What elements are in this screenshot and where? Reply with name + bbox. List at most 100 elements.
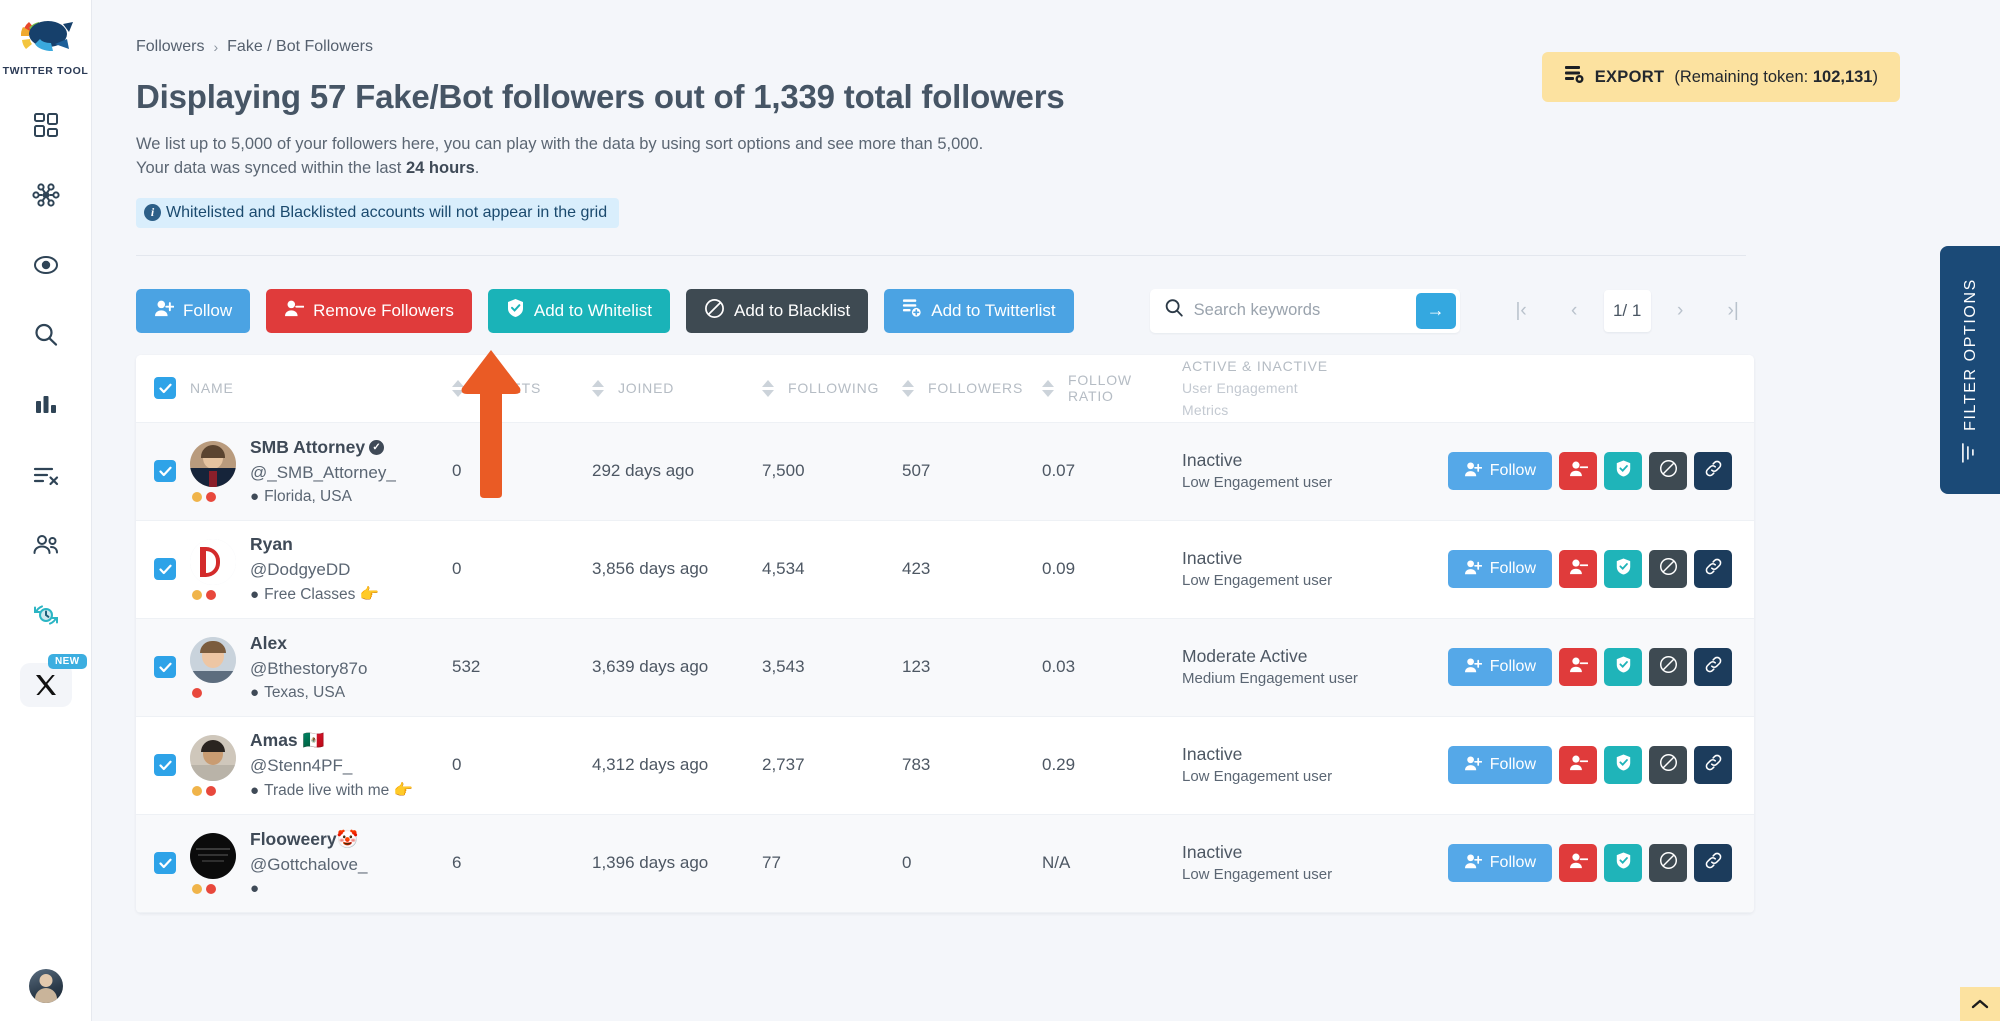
- row-blacklist-button[interactable]: [1649, 550, 1687, 588]
- row-whitelist-button[interactable]: [1604, 550, 1642, 588]
- link-icon: [1704, 753, 1723, 777]
- breadcrumb-current[interactable]: Fake / Bot Followers: [227, 38, 373, 56]
- row-select-checkbox[interactable]: [154, 656, 176, 678]
- column-header-tweets[interactable]: TWEETS: [452, 380, 592, 397]
- row-actions: Follow: [1448, 746, 1754, 784]
- row-select-checkbox[interactable]: [154, 852, 176, 874]
- ban-icon: [1659, 851, 1678, 875]
- sidebar-item-x[interactable]: NEW: [20, 663, 72, 707]
- sort-joined-icon[interactable]: [592, 380, 604, 397]
- row-follow-button[interactable]: Follow: [1448, 550, 1552, 588]
- column-header-follow-ratio[interactable]: FOLLOW RATIO: [1042, 372, 1182, 404]
- sidebar-item-dashboard[interactable]: [18, 103, 74, 147]
- breadcrumb-parent[interactable]: Followers: [136, 38, 204, 56]
- row-engagement: Inactive Low Engagement user: [1182, 743, 1382, 787]
- sidebar-item-network[interactable]: [18, 173, 74, 217]
- row-whitelist-button[interactable]: [1604, 844, 1642, 882]
- row-engagement: Inactive Low Engagement user: [1182, 547, 1382, 591]
- row-handle[interactable]: @Bthestory87o: [250, 659, 367, 679]
- row-link-button[interactable]: [1694, 550, 1732, 588]
- column-header-followers[interactable]: FOLLOWERS: [902, 380, 1042, 397]
- row-follow-button[interactable]: Follow: [1448, 844, 1552, 882]
- user-plus-icon: [1464, 657, 1482, 678]
- row-link-button[interactable]: [1694, 746, 1732, 784]
- row-handle[interactable]: @DodgyeDD: [250, 560, 379, 580]
- row-blacklist-button[interactable]: [1649, 844, 1687, 882]
- row-display-name[interactable]: Amas 🇲🇽: [250, 730, 413, 751]
- sort-following-icon[interactable]: [762, 380, 774, 397]
- sidebar-item-target[interactable]: [18, 243, 74, 287]
- link-icon: [1704, 557, 1723, 581]
- status-dot-orange: [192, 590, 202, 600]
- sort-tweets-icon[interactable]: [452, 380, 464, 397]
- follow-button[interactable]: Follow: [136, 289, 250, 333]
- filter-options-tab[interactable]: FILTER OPTIONS: [1940, 246, 2000, 494]
- sidebar-item-analytics[interactable]: [18, 383, 74, 427]
- row-whitelist-button[interactable]: [1604, 648, 1642, 686]
- row-unfollow-button[interactable]: [1559, 452, 1597, 490]
- status-dots: [190, 884, 236, 894]
- column-header-metrics-sub2: Metrics: [1182, 403, 1229, 418]
- row-follow-label: Follow: [1490, 756, 1536, 774]
- row-whitelist-button[interactable]: [1604, 746, 1642, 784]
- add-to-blacklist-button[interactable]: Add to Blacklist: [686, 289, 868, 333]
- row-follow-button[interactable]: Follow: [1448, 648, 1552, 686]
- add-to-twitterlist-button[interactable]: Add to Twitterlist: [884, 289, 1073, 333]
- sidebar-item-followers[interactable]: [18, 523, 74, 567]
- row-actions: Follow: [1448, 844, 1754, 882]
- sort-followers-icon[interactable]: [902, 380, 914, 397]
- row-display-name[interactable]: Alex: [250, 633, 367, 654]
- add-to-whitelist-button[interactable]: Add to Whitelist: [488, 289, 670, 333]
- pagination-last[interactable]: ›|: [1710, 290, 1757, 332]
- row-handle[interactable]: @_SMB_Attorney_: [250, 463, 396, 483]
- row-avatar-wrap: [190, 637, 236, 698]
- search-box[interactable]: →: [1150, 289, 1460, 333]
- pagination-first[interactable]: |‹: [1498, 290, 1545, 332]
- row-link-button[interactable]: [1694, 844, 1732, 882]
- column-header-joined[interactable]: JOINED: [592, 380, 762, 397]
- row-unfollow-button[interactable]: [1559, 746, 1597, 784]
- row-follow-label: Follow: [1490, 854, 1536, 872]
- remove-followers-button[interactable]: Remove Followers: [266, 289, 472, 333]
- row-unfollow-button[interactable]: [1559, 550, 1597, 588]
- row-link-button[interactable]: [1694, 452, 1732, 490]
- sidebar-item-unfollow[interactable]: [18, 453, 74, 497]
- row-follow-button[interactable]: Follow: [1448, 452, 1552, 490]
- row-display-name[interactable]: Flooweery🤡: [250, 829, 367, 850]
- row-handle[interactable]: @Gottchalove_: [250, 855, 367, 875]
- app-logo[interactable]: TWITTER TOOL: [3, 14, 89, 77]
- filter-options-label: FILTER OPTIONS: [1961, 278, 1979, 431]
- sort-ratio-icon[interactable]: [1042, 380, 1054, 397]
- select-all-checkbox[interactable]: [154, 377, 176, 399]
- row-select-checkbox[interactable]: [154, 754, 176, 776]
- export-label: EXPORT: [1595, 68, 1665, 87]
- row-blacklist-button[interactable]: [1649, 452, 1687, 490]
- row-blacklist-button[interactable]: [1649, 746, 1687, 784]
- pagination-prev[interactable]: ‹: [1551, 290, 1598, 332]
- row-link-button[interactable]: [1694, 648, 1732, 686]
- user-plus-icon: [154, 299, 174, 322]
- sidebar-item-search[interactable]: [18, 313, 74, 357]
- user-avatar[interactable]: [29, 969, 63, 1003]
- row-display-name[interactable]: Ryan: [250, 534, 379, 555]
- search-submit-button[interactable]: →: [1416, 293, 1456, 329]
- row-handle[interactable]: @Stenn4PF_: [250, 756, 413, 776]
- row-whitelist-button[interactable]: [1604, 452, 1642, 490]
- row-unfollow-button[interactable]: [1559, 844, 1597, 882]
- column-header-following[interactable]: FOLLOWING: [762, 380, 902, 397]
- row-select-checkbox[interactable]: [154, 558, 176, 580]
- row-display-name[interactable]: SMB Attorney✓: [250, 437, 396, 458]
- shield-check-icon: [1615, 753, 1632, 777]
- row-blacklist-button[interactable]: [1649, 648, 1687, 686]
- search-icon: [33, 322, 59, 348]
- pagination-next[interactable]: ›: [1657, 290, 1704, 332]
- row-name-cell: Alex @Bthestory87o ●Texas, USA: [154, 633, 452, 702]
- search-input[interactable]: [1184, 301, 1416, 320]
- row-select-checkbox[interactable]: [154, 460, 176, 482]
- sidebar-item-history[interactable]: [18, 593, 74, 637]
- row-joined: 4,312 days ago: [592, 755, 762, 775]
- row-follow-button[interactable]: Follow: [1448, 746, 1552, 784]
- scroll-to-top-button[interactable]: [1960, 987, 2000, 1021]
- row-unfollow-button[interactable]: [1559, 648, 1597, 686]
- export-button[interactable]: EXPORT (Remaining token: 102,131): [1542, 52, 1900, 102]
